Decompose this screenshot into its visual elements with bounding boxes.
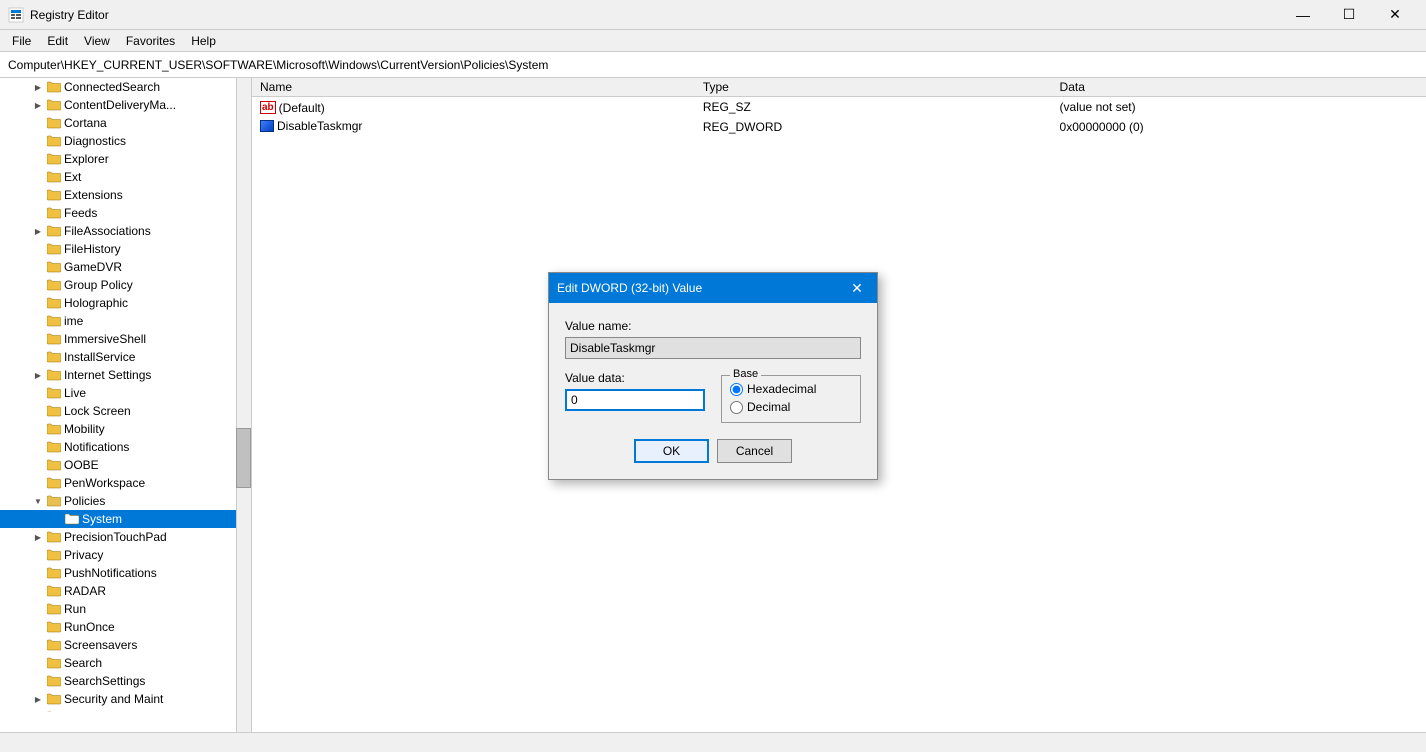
dialog-title: Edit DWORD (32-bit) Value: [557, 281, 702, 295]
radio-hexadecimal[interactable]: Hexadecimal: [730, 382, 852, 396]
value-data-col: Value data:: [565, 371, 705, 423]
hexadecimal-radio[interactable]: [730, 383, 743, 396]
dialog-buttons: OK Cancel: [565, 439, 861, 463]
base-fieldset: Base Hexadecimal Decimal: [721, 375, 861, 423]
base-legend: Base: [730, 368, 761, 380]
cancel-button[interactable]: Cancel: [717, 439, 792, 463]
ok-button[interactable]: OK: [634, 439, 709, 463]
value-data-input[interactable]: [565, 389, 705, 411]
decimal-radio[interactable]: [730, 401, 743, 414]
decimal-label: Decimal: [747, 400, 790, 414]
radio-decimal[interactable]: Decimal: [730, 400, 852, 414]
dialog-close-button[interactable]: ✕: [845, 276, 869, 300]
base-col: Base Hexadecimal Decimal: [721, 371, 861, 423]
dialog-overlay: Edit DWORD (32-bit) Value ✕ Value name: …: [0, 0, 1426, 752]
hexadecimal-label: Hexadecimal: [747, 382, 816, 396]
dialog-middle-row: Value data: Base Hexadecimal Decimal: [565, 371, 861, 423]
dialog-body: Value name: Value data: Base Hexadecimal: [549, 303, 877, 479]
edit-dword-dialog: Edit DWORD (32-bit) Value ✕ Value name: …: [548, 272, 878, 480]
value-name-label: Value name:: [565, 319, 861, 333]
value-name-input: [565, 337, 861, 359]
dialog-titlebar: Edit DWORD (32-bit) Value ✕: [549, 273, 877, 303]
value-data-label: Value data:: [565, 371, 705, 385]
